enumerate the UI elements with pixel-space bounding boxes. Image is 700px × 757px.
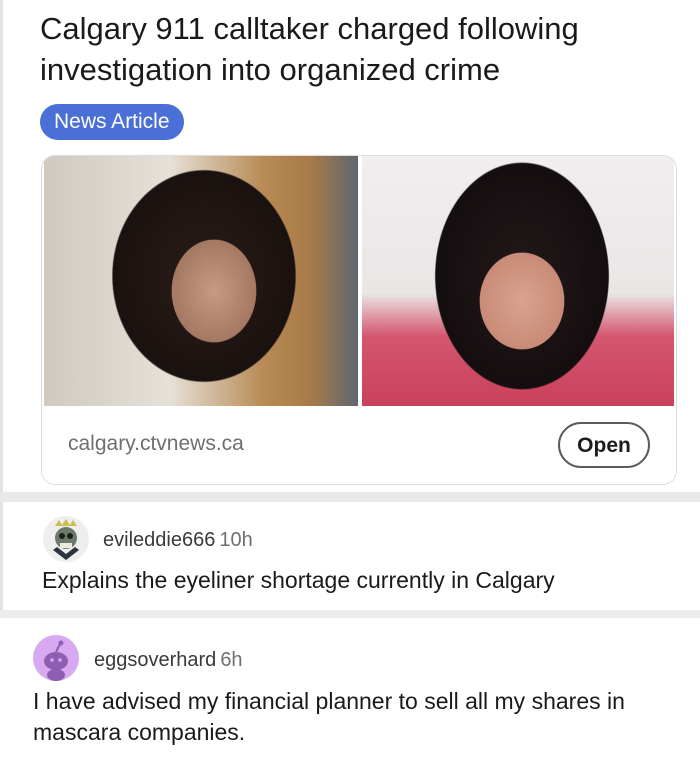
author-username[interactable]: eggsoverhard (94, 649, 216, 671)
snoo-avatar-icon[interactable] (33, 635, 79, 681)
section-divider (0, 492, 700, 502)
post-card: Calgary 911 calltaker charged following … (0, 0, 700, 492)
comment-body: I have advised my financial planner to s… (33, 688, 625, 745)
open-link-button[interactable]: Open (558, 422, 650, 468)
article-photo-right[interactable] (362, 156, 674, 406)
flair-badge[interactable]: News Article (40, 104, 184, 140)
comment-body: Explains the eyeliner shortage currently… (42, 567, 555, 593)
author-username[interactable]: evileddie666 (103, 529, 215, 551)
skull-avatar-icon[interactable] (43, 516, 89, 562)
post-title[interactable]: Calgary 911 calltaker charged following … (40, 8, 680, 90)
comment-age: 6h (220, 649, 243, 671)
link-domain[interactable]: calgary.ctvnews.ca (68, 432, 244, 456)
snoo-avatar-graphic (44, 640, 68, 681)
link-preview-card[interactable]: calgary.ctvnews.ca Open (41, 155, 677, 485)
link-footer: calgary.ctvnews.ca Open (42, 406, 676, 484)
comment-author[interactable]: eggsoverhard 6h (94, 649, 243, 672)
comment-author[interactable]: evileddie666 10h (103, 529, 253, 552)
comment-age: 10h (219, 529, 253, 551)
comment-divider (0, 610, 700, 618)
article-photo-left[interactable] (44, 156, 358, 406)
comment: eggsoverhard 6h I have advised my financi… (0, 618, 700, 757)
skull-avatar-graphic (53, 519, 79, 560)
comment: evileddie666 10h Explains the eyeliner sh… (0, 502, 700, 610)
